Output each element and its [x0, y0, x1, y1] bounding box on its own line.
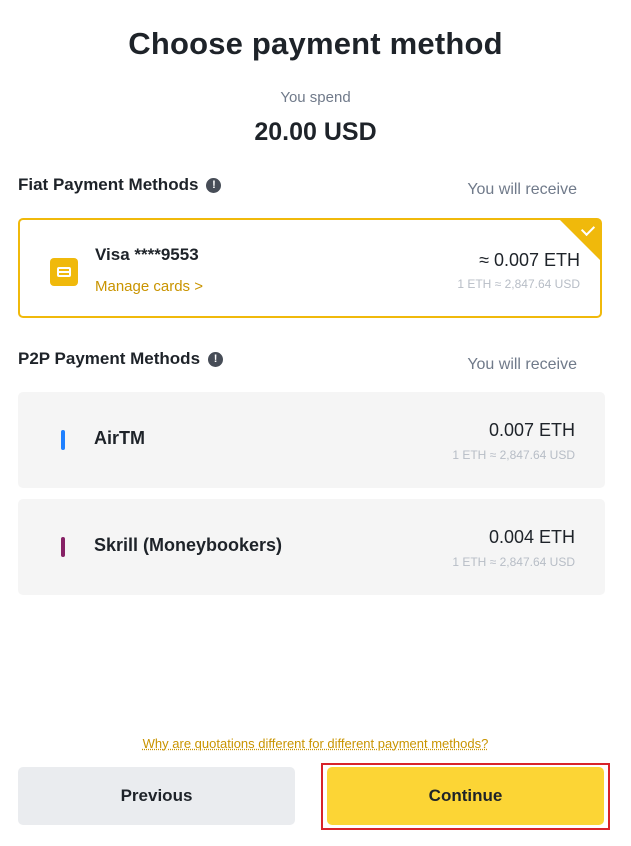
p2p-exchange-rate: 1 ETH ≈ 2,847.64 USD: [452, 448, 575, 462]
p2p-method-name: AirTM: [94, 428, 145, 448]
p2p-method-airtm[interactable]: AirTM 0.007 ETH 1 ETH ≈ 2,847.64 USD: [18, 392, 605, 488]
p2p-receive-amount: 0.007 ETH: [488, 420, 575, 440]
continue-button[interactable]: Continue: [327, 767, 604, 825]
visa-card-label: Visa ****9553: [95, 245, 199, 264]
skrill-color-bar: [61, 537, 65, 557]
manage-cards-link[interactable]: Manage cards >: [95, 278, 203, 295]
credit-card-icon: [50, 258, 78, 286]
spend-label: You spend: [280, 89, 351, 106]
fiat-receive-amount: ≈ 0.007 ETH: [479, 250, 580, 270]
spend-amount: 20.00 USD: [254, 118, 377, 146]
p2p-method-name: Skrill (Moneybookers): [94, 535, 283, 555]
p2p-section-label: P2P Payment Methods: [18, 349, 201, 368]
page-title: Choose payment method: [128, 26, 503, 61]
p2p-exchange-rate: 1 ETH ≈ 2,847.64 USD: [452, 555, 575, 569]
previous-button[interactable]: Previous: [18, 767, 295, 825]
fiat-section-label: Fiat Payment Methods: [18, 175, 199, 194]
info-icon[interactable]: !: [208, 351, 224, 367]
fiat-exchange-rate: 1 ETH ≈ 2,847.64 USD: [457, 277, 580, 291]
p2p-receive-amount: 0.004 ETH: [488, 527, 575, 547]
fiat-section-title: Fiat Payment Methods !: [18, 175, 222, 195]
p2p-receive-label: You will receive: [467, 356, 577, 373]
fiat-receive-label: You will receive: [467, 181, 577, 198]
info-icon[interactable]: !: [206, 177, 222, 193]
p2p-section-title: P2P Payment Methods !: [18, 349, 224, 369]
fiat-method-visa-card[interactable]: Visa ****9553 Manage cards > ≈ 0.007 ETH…: [18, 218, 602, 318]
airtm-color-bar: [61, 430, 65, 450]
p2p-method-skrill[interactable]: Skrill (Moneybookers) 0.004 ETH 1 ETH ≈ …: [18, 499, 605, 595]
why-quotations-link[interactable]: Why are quotations different for differe…: [0, 736, 631, 751]
